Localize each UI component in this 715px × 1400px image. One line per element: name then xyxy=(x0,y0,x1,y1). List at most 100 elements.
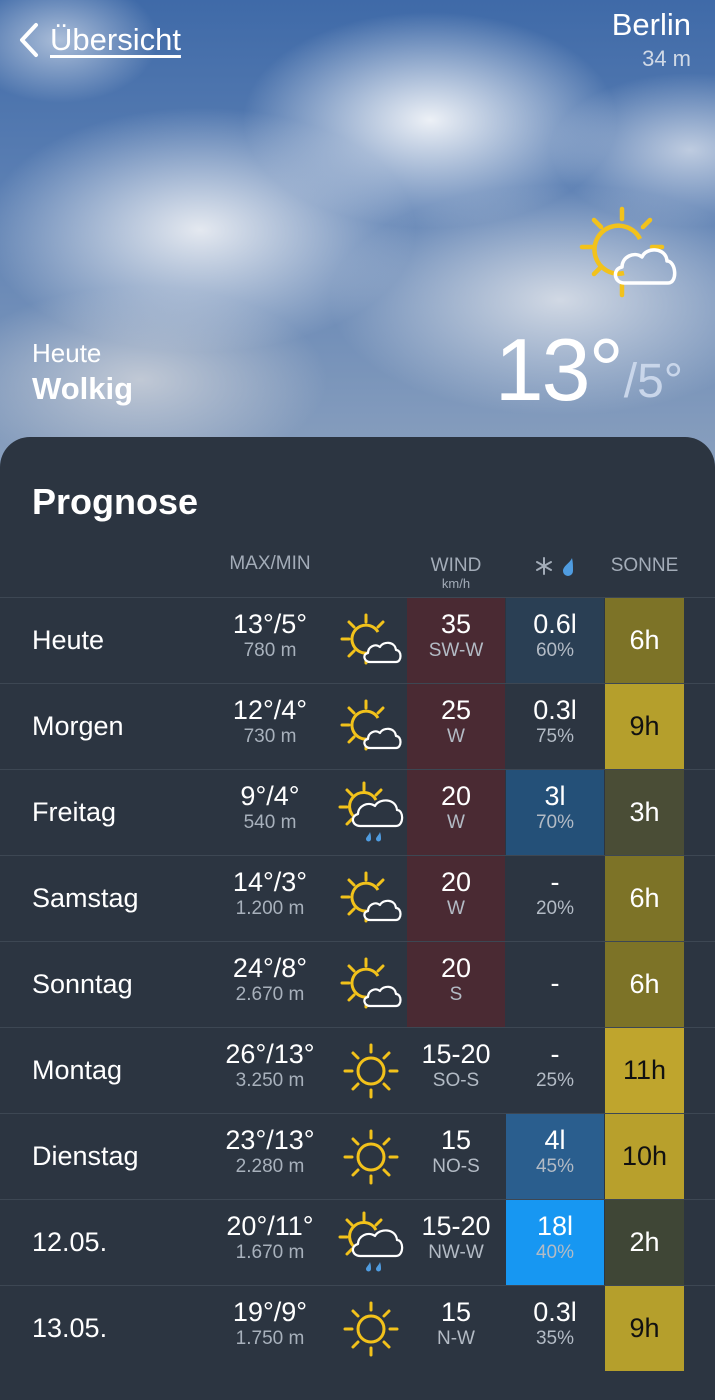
row-snowline: 1.750 m xyxy=(235,1328,305,1349)
row-snowline: 1.670 m xyxy=(235,1242,305,1263)
table-row[interactable]: Freitag 9°/4° 540 m 20 W 3l 70% 3h xyxy=(0,769,715,855)
row-snowline: 780 m xyxy=(243,640,297,661)
sun-icon xyxy=(336,1114,406,1199)
header-sun: SONNE xyxy=(610,555,679,576)
row-precipitation: 0.3l 35% xyxy=(506,1286,604,1371)
row-precipitation: 0.6l 60% xyxy=(506,598,604,683)
sun-cloud-icon xyxy=(336,856,406,941)
city-elevation: 34 m xyxy=(642,46,691,71)
row-temp-maxmin: 20°/11° xyxy=(226,1211,314,1241)
row-wind-direction: W xyxy=(447,812,465,833)
row-precip-amount: - xyxy=(550,968,560,998)
snowflake-icon xyxy=(536,556,553,575)
row-wind-speed: 20 xyxy=(440,781,472,811)
row-wind-speed: 15-20 xyxy=(421,1211,491,1241)
table-row[interactable]: 13.05. 19°/9° 1.750 m 15 N-W 0.3l 35% 9h xyxy=(0,1285,715,1371)
city-name: Berlin xyxy=(611,7,691,42)
row-temp-maxmin: 9°/4° xyxy=(240,781,300,811)
row-precip-amount: 18l xyxy=(536,1211,574,1241)
table-row[interactable]: Samstag 14°/3° 1.200 m 20 W - 20% 6h xyxy=(0,855,715,941)
row-wind-direction: SO-S xyxy=(432,1070,480,1091)
row-precip-probability: 70% xyxy=(535,812,575,833)
row-precip-amount: 3l xyxy=(544,781,566,811)
row-precip-amount: - xyxy=(550,867,560,897)
row-snowline: 3.250 m xyxy=(235,1070,305,1091)
row-temperature: 20°/11° 1.670 m xyxy=(205,1200,335,1285)
row-day: Dienstag xyxy=(32,1141,139,1171)
row-day: Morgen xyxy=(32,711,124,741)
row-sunshine: 2h xyxy=(605,1200,684,1285)
sun-cloud-icon xyxy=(336,598,406,683)
row-wind-direction: W xyxy=(447,726,465,747)
row-day: 13.05. xyxy=(32,1313,108,1343)
row-wind: 35 SW-W xyxy=(407,598,505,683)
row-wind-direction: NO-S xyxy=(432,1156,480,1177)
row-wind: 25 W xyxy=(407,684,505,769)
row-precip-probability: 20% xyxy=(535,898,575,919)
back-button[interactable]: Übersicht xyxy=(18,22,181,58)
header-maxmin: MAX/MIN xyxy=(229,553,311,574)
row-precip-amount: - xyxy=(550,1039,560,1069)
row-temperature: 13°/5° 780 m xyxy=(205,598,335,683)
row-precip-amount: 0.3l xyxy=(533,695,577,725)
table-row[interactable]: Heute 13°/5° 780 m 35 SW-W 0.6l 60% 6h xyxy=(0,597,715,683)
row-sunshine: 6h xyxy=(605,598,684,683)
row-wind: 20 W xyxy=(407,770,505,855)
row-wind-direction: N-W xyxy=(437,1328,475,1349)
row-temp-maxmin: 24°/8° xyxy=(232,953,308,983)
row-wind: 15-20 NW-W xyxy=(407,1200,505,1285)
row-wind-speed: 15-20 xyxy=(421,1039,491,1069)
row-precip-probability: 25% xyxy=(535,1070,575,1091)
row-sunshine: 6h xyxy=(605,942,684,1027)
row-precip-probability: 35% xyxy=(535,1328,575,1349)
row-precipitation: 3l 70% xyxy=(506,770,604,855)
row-precip-probability: 40% xyxy=(535,1242,575,1263)
row-wind: 20 S xyxy=(407,942,505,1027)
row-day: 12.05. xyxy=(32,1227,108,1257)
row-sunshine: 9h xyxy=(605,684,684,769)
raindrop-icon xyxy=(562,557,573,576)
table-row[interactable]: Sonntag 24°/8° 2.670 m 20 S - 6h xyxy=(0,941,715,1027)
row-snowline: 730 m xyxy=(243,726,297,747)
back-label[interactable]: Übersicht xyxy=(50,22,181,58)
forecast-table: Heute 13°/5° 780 m 35 SW-W 0.6l 60% 6h M… xyxy=(0,597,715,1371)
today-temperature: 13° /5° xyxy=(495,322,683,418)
row-temp-maxmin: 14°/3° xyxy=(232,867,308,897)
row-precipitation: 18l 40% xyxy=(506,1200,604,1285)
sun-cloud-icon xyxy=(574,203,678,308)
row-day: Montag xyxy=(32,1055,123,1085)
chevron-left-icon xyxy=(20,23,38,57)
sun-cloud-rain-icon xyxy=(336,1200,406,1285)
header-wind-label: WIND xyxy=(430,555,482,576)
row-temp-maxmin: 23°/13° xyxy=(225,1125,315,1155)
header-precipitation xyxy=(506,555,604,577)
row-precip-probability: 60% xyxy=(535,640,575,661)
row-wind-direction: SW-W xyxy=(428,640,484,661)
row-temperature: 12°/4° 730 m xyxy=(205,684,335,769)
row-wind-direction: W xyxy=(447,898,465,919)
forecast-panel: Prognose MAX/MIN WIND km/h SONNE Heute 1… xyxy=(0,437,715,1400)
row-sunshine: 11h xyxy=(605,1028,684,1113)
table-row[interactable]: Montag 26°/13° 3.250 m 15-20 SO-S - 25% … xyxy=(0,1027,715,1113)
row-day: Freitag xyxy=(32,797,117,827)
row-precipitation: 4l 45% xyxy=(506,1114,604,1199)
sun-icon xyxy=(336,1286,406,1371)
row-wind-speed: 15 xyxy=(440,1125,472,1155)
row-precipitation: - 25% xyxy=(506,1028,604,1113)
row-precip-probability: 45% xyxy=(535,1156,575,1177)
table-row[interactable]: 12.05. 20°/11° 1.670 m 15-20 NW-W 18l 40… xyxy=(0,1199,715,1285)
row-temp-maxmin: 19°/9° xyxy=(232,1297,308,1327)
row-snowline: 1.200 m xyxy=(235,898,305,919)
table-row[interactable]: Dienstag 23°/13° 2.280 m 15 NO-S 4l 45% … xyxy=(0,1113,715,1199)
location: Berlin 34 m xyxy=(612,6,691,74)
row-temperature: 23°/13° 2.280 m xyxy=(205,1114,335,1199)
sun-cloud-icon xyxy=(336,684,406,769)
row-precip-probability: 75% xyxy=(535,726,575,747)
today-condition: Wolkig xyxy=(32,371,134,406)
row-precipitation: 0.3l 75% xyxy=(506,684,604,769)
table-row[interactable]: Morgen 12°/4° 730 m 25 W 0.3l 75% 9h xyxy=(0,683,715,769)
row-wind: 20 W xyxy=(407,856,505,941)
forecast-title: Prognose xyxy=(32,481,199,522)
row-day: Heute xyxy=(32,625,105,655)
row-sunshine: 9h xyxy=(605,1286,684,1371)
